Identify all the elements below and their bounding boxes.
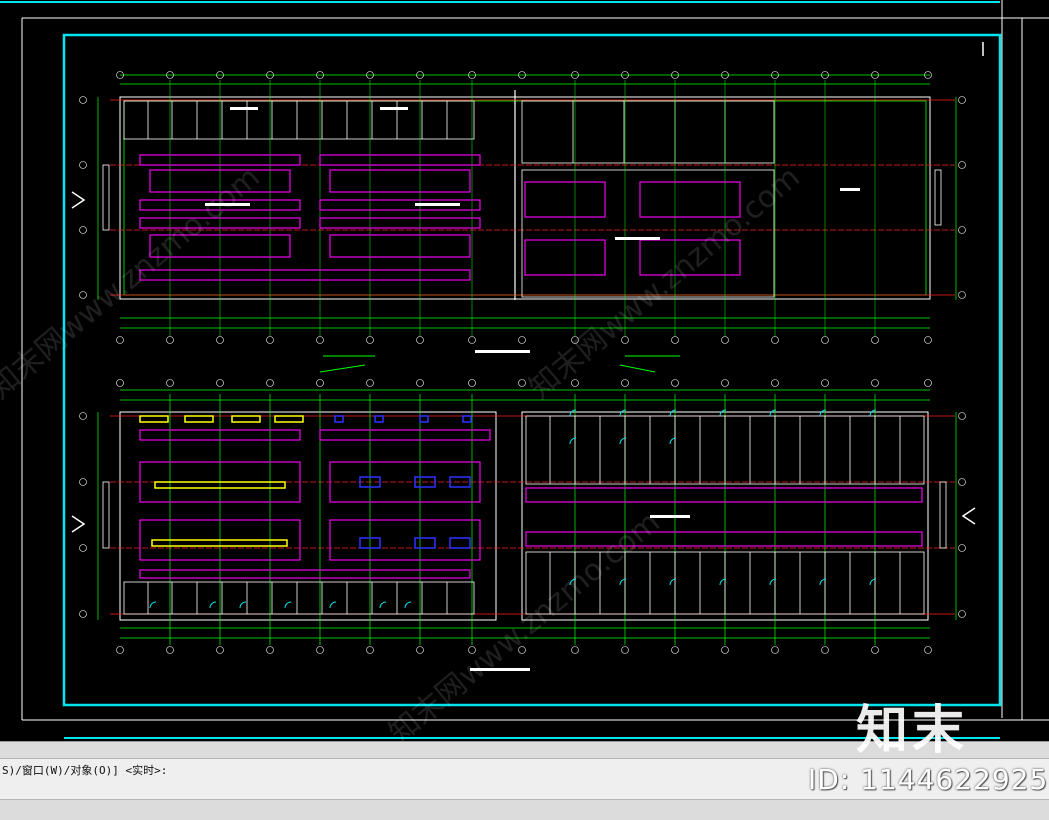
entrance-arrow-icon-right <box>961 507 976 525</box>
watermark-id: ID: 1144622925 <box>808 763 1049 796</box>
command-prompt-text: S)/窗口(W)/对象(O)] <实时>: <box>2 764 168 777</box>
entrance-arrow-icon-lower <box>71 515 86 533</box>
floor-plan-drawing: 知末网www.znzmo.com 知末网www.znzmo.com 知末网www… <box>0 0 1049 741</box>
watermark-logo: 知末 <box>856 701 969 761</box>
lower-left-outline <box>119 411 497 621</box>
cad-drawing-viewport[interactable]: 知末网www.znzmo.com 知末网www.znzmo.com 知末网www… <box>0 0 1049 741</box>
watermark-diagonal-1: 知末网www.znzmo.com <box>0 160 267 406</box>
entrance-arrow-icon <box>71 191 86 209</box>
watermark-diagonal-2: 知末网www.znzmo.com <box>523 160 807 406</box>
